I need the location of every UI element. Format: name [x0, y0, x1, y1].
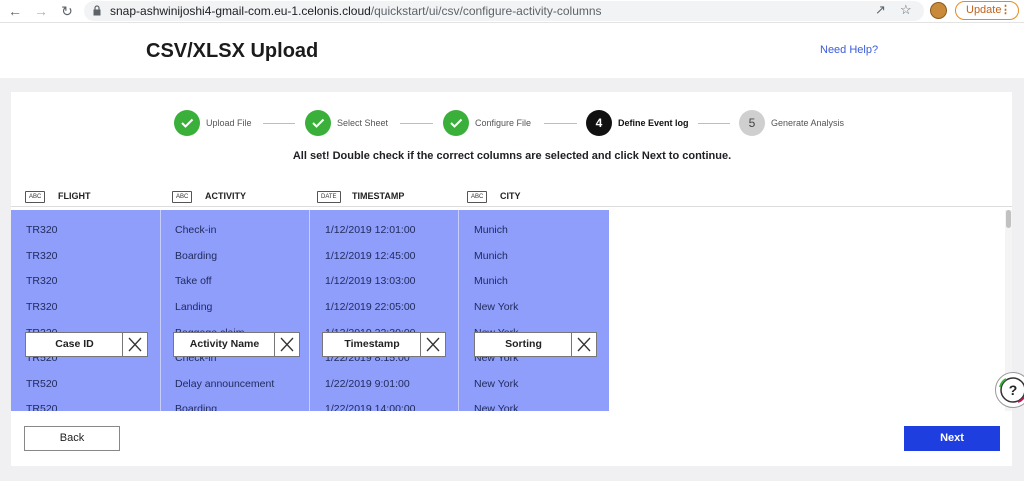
table-cell: Munich — [474, 250, 508, 262]
avatar[interactable] — [930, 2, 947, 19]
table-cell: 1/22/2019 9:01:00 — [325, 378, 410, 390]
table-cell: Check-in — [175, 224, 217, 236]
need-help-link[interactable]: Need Help? — [820, 44, 878, 56]
table-cell: Boarding — [175, 403, 218, 411]
table-cell: Landing — [175, 301, 213, 313]
checkmark-icon — [312, 118, 325, 128]
update-button[interactable]: Update ⋮ — [955, 1, 1019, 20]
step-connector — [400, 123, 433, 124]
table-cell: 1/12/2019 12:45:00 — [325, 250, 416, 262]
table-cell: New York — [474, 378, 519, 390]
case-id-selector[interactable]: Case ID — [25, 332, 148, 357]
column-name: TIMESTAMP — [352, 191, 405, 201]
sorting-selector[interactable]: Sorting — [474, 332, 597, 357]
more-menu-icon: ⋮ — [1000, 4, 1011, 16]
share-icon[interactable]: ↗ — [875, 2, 886, 18]
forward-arrow-icon[interactable]: → — [32, 2, 50, 20]
header-divider — [11, 206, 1012, 207]
step-label-generate-analysis: Generate Analysis — [771, 118, 845, 128]
table-cell: 1/22/2019 14:00:00 — [325, 403, 416, 411]
table-cell: 1/12/2019 13:03:00 — [325, 275, 416, 287]
scrollbar-thumb[interactable] — [1006, 210, 1011, 228]
close-icon[interactable] — [571, 333, 596, 356]
table-cell: TR320 — [26, 275, 58, 287]
step-label-define-event-log: Define Event log — [618, 118, 689, 128]
star-icon[interactable]: ☆ — [900, 2, 912, 18]
type-badge: DATE — [317, 191, 341, 203]
table-cell: TR320 — [26, 224, 58, 236]
table-cell: New York — [474, 301, 519, 313]
step-label-upload-file: Upload File — [206, 118, 252, 128]
selector-label: Timestamp — [344, 338, 400, 350]
url-host: snap-ashwinijoshi4-gmail-com.eu-1.celoni… — [110, 4, 371, 18]
table-cell: 1/12/2019 22:05:00 — [325, 301, 416, 313]
reload-icon[interactable]: ↻ — [58, 2, 76, 20]
back-button[interactable]: Back — [24, 426, 120, 451]
url-path: /quickstart/ui/csv/configure-activity-co… — [370, 4, 602, 18]
type-badge: ABC — [25, 191, 46, 203]
type-badge: ABC — [172, 191, 193, 203]
type-badge: ABC — [467, 191, 488, 203]
instruction-message: All set! Double check if the correct col… — [292, 150, 732, 162]
url-text: snap-ashwinijoshi4-gmail-com.eu-1.celoni… — [110, 4, 602, 18]
app-header: CSV/XLSX Upload Need Help? — [0, 23, 1024, 79]
step-connector — [698, 123, 730, 124]
table-cell: Boarding — [175, 250, 218, 262]
close-icon[interactable] — [420, 333, 445, 356]
table-cell: TR520 — [26, 378, 58, 390]
step-connector — [544, 123, 577, 124]
table-cell: Delay announcement — [175, 378, 275, 390]
selector-label: Activity Name — [189, 338, 260, 350]
lock-icon — [93, 5, 101, 16]
step-label-select-sheet: Select Sheet — [337, 118, 389, 128]
column-timestamp[interactable]: 1/12/2019 12:01:00 1/12/2019 12:45:00 1/… — [310, 210, 458, 411]
table-cell: 1/12/2019 12:01:00 — [325, 224, 416, 236]
help-widget-button[interactable]: ? — [995, 372, 1024, 408]
close-icon[interactable] — [122, 333, 147, 356]
table-cell: TR520 — [26, 403, 58, 411]
table-cell: Munich — [474, 275, 508, 287]
column-name: CITY — [500, 191, 521, 201]
column-name: FLIGHT — [58, 191, 91, 201]
table-cell: TR320 — [26, 250, 58, 262]
step-configure-file — [443, 110, 469, 136]
svg-text:?: ? — [1009, 382, 1018, 398]
timestamp-selector[interactable]: Timestamp — [322, 332, 446, 357]
activity-name-selector[interactable]: Activity Name — [173, 332, 300, 357]
question-mark-icon: ? — [999, 377, 1024, 403]
checkmark-icon — [181, 118, 194, 128]
step-upload-file — [174, 110, 200, 136]
column-city[interactable]: Munich Munich Munich New York New York N… — [459, 210, 609, 411]
step-label-configure-file: Configure File — [475, 118, 532, 128]
update-label: Update — [966, 4, 1002, 16]
table-cell: Munich — [474, 224, 508, 236]
browser-toolbar: ← → ↻ snap-ashwinijoshi4-gmail-com.eu-1.… — [0, 0, 1024, 23]
step-connector — [263, 123, 295, 124]
selector-label: Sorting — [505, 338, 542, 350]
checkmark-icon — [450, 118, 463, 128]
table-cell: TR320 — [26, 301, 58, 313]
step-generate-analysis: 5 — [739, 110, 765, 136]
column-activity[interactable]: Check-in Boarding Take off Landing Bagga… — [161, 210, 309, 411]
address-bar[interactable]: snap-ashwinijoshi4-gmail-com.eu-1.celoni… — [84, 1, 924, 21]
selector-label: Case ID — [55, 338, 94, 350]
column-flight[interactable]: TR320 TR320 TR320 TR320 TR320 TR520 TR52… — [11, 210, 160, 411]
column-name: ACTIVITY — [205, 191, 247, 201]
close-icon[interactable] — [274, 333, 299, 356]
back-arrow-icon[interactable]: ← — [6, 2, 24, 20]
table-cell: New York — [474, 403, 519, 411]
page-title: CSV/XLSX Upload — [146, 40, 319, 62]
step-define-event-log: 4 — [586, 110, 612, 136]
step-select-sheet — [305, 110, 331, 136]
next-button[interactable]: Next — [904, 426, 1000, 451]
table-cell: Take off — [175, 275, 212, 287]
